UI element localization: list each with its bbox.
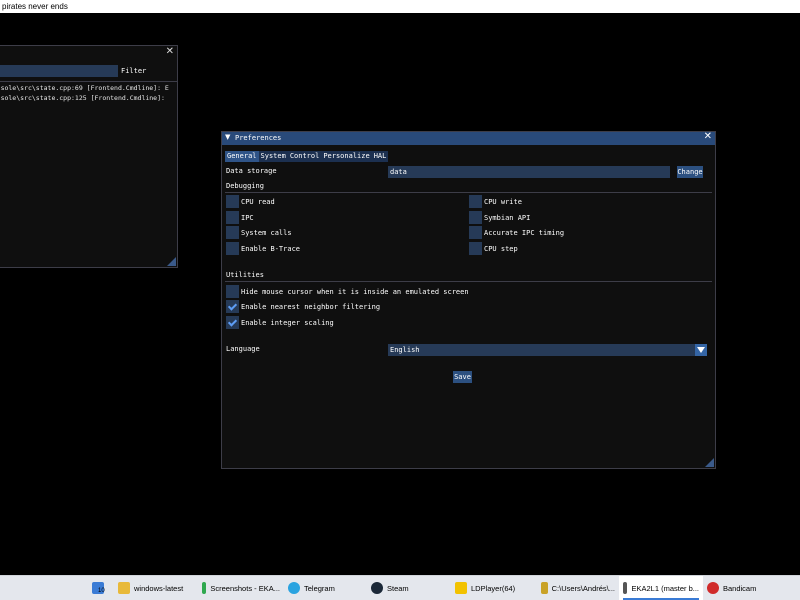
taskbar-badge: 10 <box>98 588 105 594</box>
system-calls-checkbox[interactable] <box>226 226 239 239</box>
ipc-checkbox[interactable] <box>226 211 239 224</box>
nearest-neighbor-filtering-label: Enable nearest neighbor filtering <box>241 303 381 311</box>
taskbar-item-terminal[interactable]: C:\Users\Andrés\... <box>537 576 619 600</box>
taskbar-item-label: Steam <box>387 583 409 593</box>
taskbar-item-bandicam[interactable]: Bandicam <box>703 576 783 600</box>
tab-hal[interactable]: HAL <box>371 151 389 162</box>
utilities-heading: Utilities <box>226 271 264 279</box>
ipc-label: IPC <box>241 214 254 222</box>
folder-icon <box>118 582 130 594</box>
hide-mouse-cursor-label: Hide mouse cursor when it is inside an e… <box>241 288 469 296</box>
utilities-separator <box>225 281 712 282</box>
language-value: English <box>390 346 420 354</box>
nearest-neighbor-filtering-checkbox[interactable] <box>226 300 239 313</box>
ldplayer-icon <box>455 582 467 594</box>
taskbar-item-eka2l1[interactable]: EKA2L1 (master b... <box>619 576 703 600</box>
log-close-icon[interactable]: ✕ <box>166 46 174 57</box>
save-button[interactable]: Save <box>453 371 472 383</box>
cpu-step-label: CPU step <box>484 245 518 253</box>
language-select[interactable]: English <box>388 344 707 356</box>
integer-scaling-label: Enable integer scaling <box>241 319 334 327</box>
symbian-api-label: Symbian API <box>484 214 531 222</box>
taskbar-item-screenshots[interactable]: Screenshots - EKA... <box>198 576 284 600</box>
tab-personalize[interactable]: Personalize <box>321 151 372 162</box>
data-storage-value: data <box>390 168 407 176</box>
log-line: u\console\src\state.cpp:125 [Frontend.Cm… <box>0 94 165 102</box>
debugging-separator <box>225 192 712 193</box>
data-storage-input[interactable]: data <box>388 166 670 178</box>
os-window-titlebar: pirates never ends <box>0 0 800 13</box>
taskbar-item-label: Telegram <box>304 583 335 593</box>
taskbar-item-label: windows-latest <box>134 583 184 593</box>
accurate-ipc-timing-checkbox[interactable] <box>469 226 482 239</box>
log-line: u\console\src\state.cpp:69 [Frontend.Cmd… <box>0 84 169 92</box>
cpu-write-label: CPU write <box>484 198 522 206</box>
taskbar-item-label: Screenshots - EKA... <box>210 583 280 593</box>
change-button[interactable]: Change <box>677 166 703 178</box>
enable-btrace-checkbox[interactable] <box>226 242 239 255</box>
system-calls-label: System calls <box>241 229 292 237</box>
telegram-icon <box>288 582 300 594</box>
preferences-titlebar[interactable]: ▼ Preferences ✕ <box>222 131 715 145</box>
tab-control[interactable]: Control <box>287 151 322 162</box>
collapse-icon[interactable]: ▼ <box>225 133 230 141</box>
taskbar-item-app[interactable]: 10 <box>88 576 114 600</box>
taskbar-item-steam[interactable]: Steam <box>367 576 451 600</box>
taskbar-item-label: Bandicam <box>723 583 757 593</box>
cpu-read-checkbox[interactable] <box>226 195 239 208</box>
data-storage-label: Data storage <box>226 167 277 175</box>
browser-icon <box>202 582 207 594</box>
os-window-title: pirates never ends <box>2 2 68 11</box>
log-filter-label: Filter <box>121 67 147 75</box>
taskbar-item-label: C:\Users\Andrés\... <box>551 583 615 593</box>
steam-icon <box>371 582 383 594</box>
tab-system[interactable]: System <box>258 151 288 162</box>
preferences-close-icon[interactable]: ✕ <box>704 131 712 142</box>
accurate-ipc-timing-label: Accurate IPC timing <box>484 229 565 237</box>
taskbar: 10 windows-latest Screenshots - EKA... T… <box>0 575 800 600</box>
log-separator <box>0 81 177 82</box>
taskbar-spacer <box>0 576 88 600</box>
log-window: ✕ Filter u\console\src\state.cpp:69 [Fro… <box>0 45 178 268</box>
cpu-read-label: CPU read <box>241 198 275 206</box>
debugging-heading: Debugging <box>226 182 264 190</box>
taskbar-item-telegram[interactable]: Telegram <box>284 576 367 600</box>
log-resize-grip-icon[interactable] <box>167 257 176 266</box>
chevron-down-icon[interactable] <box>695 344 707 356</box>
hide-mouse-cursor-checkbox[interactable] <box>226 285 239 298</box>
preferences-resize-grip-icon[interactable] <box>705 458 714 467</box>
taskbar-item-label: LDPlayer(64) <box>471 583 516 593</box>
preferences-tabs: General System Control Personalize HAL <box>225 151 389 162</box>
taskbar-item-windows-latest[interactable]: windows-latest <box>114 576 198 600</box>
cpu-step-checkbox[interactable] <box>469 242 482 255</box>
preferences-window: ▼ Preferences ✕ General System Control P… <box>221 131 716 469</box>
cpu-write-checkbox[interactable] <box>469 195 482 208</box>
log-filter-input[interactable] <box>0 65 118 77</box>
bandicam-icon <box>707 582 719 594</box>
terminal-icon <box>541 582 548 594</box>
taskbar-item-label: EKA2L1 (master b... <box>631 583 699 593</box>
integer-scaling-checkbox[interactable] <box>226 316 239 329</box>
tab-general[interactable]: General <box>225 151 259 162</box>
taskbar-item-ldplayer[interactable]: LDPlayer(64) <box>451 576 537 600</box>
eka2l1-icon <box>623 582 628 594</box>
language-label: Language <box>226 345 260 353</box>
symbian-api-checkbox[interactable] <box>469 211 482 224</box>
preferences-title: Preferences <box>235 134 282 142</box>
enable-btrace-label: Enable B-Trace <box>241 245 301 253</box>
